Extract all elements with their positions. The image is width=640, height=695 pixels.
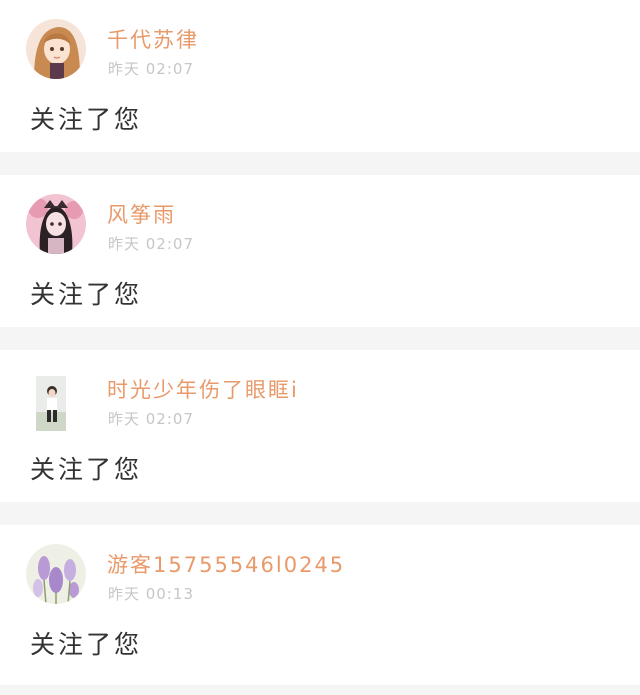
notification-card[interactable]: 时光少年伤了眼眶i 昨天 02:07 关注了您 bbox=[0, 350, 640, 502]
notification-card[interactable]: 风筝雨 昨天 02:07 关注了您 bbox=[0, 175, 640, 327]
notification-message: 关注了您 bbox=[30, 630, 143, 659]
timestamp: 昨天 00:13 bbox=[108, 585, 194, 603]
notification-card[interactable]: 游客15755546l0245 昨天 00:13 关注了您 bbox=[0, 525, 640, 685]
username[interactable]: 风筝雨 bbox=[107, 199, 176, 229]
avatar-doll-icon[interactable] bbox=[26, 194, 86, 254]
notification-message: 关注了您 bbox=[30, 105, 143, 134]
avatar-child-photo-icon[interactable] bbox=[36, 376, 66, 431]
notification-card[interactable]: 千代苏律 昨天 02:07 关注了您 bbox=[0, 0, 640, 152]
avatar-lavender-icon[interactable] bbox=[26, 544, 86, 604]
username[interactable]: 游客15755546l0245 bbox=[107, 549, 345, 579]
notification-message: 关注了您 bbox=[30, 280, 143, 309]
timestamp: 昨天 02:07 bbox=[108, 60, 194, 78]
username[interactable]: 千代苏律 bbox=[107, 24, 199, 54]
avatar-anime-girl-icon[interactable] bbox=[26, 19, 86, 79]
timestamp: 昨天 02:07 bbox=[108, 235, 194, 253]
timestamp: 昨天 02:07 bbox=[108, 410, 194, 428]
notification-feed: 千代苏律 昨天 02:07 关注了您 风筝雨 昨天 02:07 关注了您 时光少… bbox=[0, 0, 640, 685]
username[interactable]: 时光少年伤了眼眶i bbox=[107, 374, 299, 404]
notification-message: 关注了您 bbox=[30, 455, 143, 484]
